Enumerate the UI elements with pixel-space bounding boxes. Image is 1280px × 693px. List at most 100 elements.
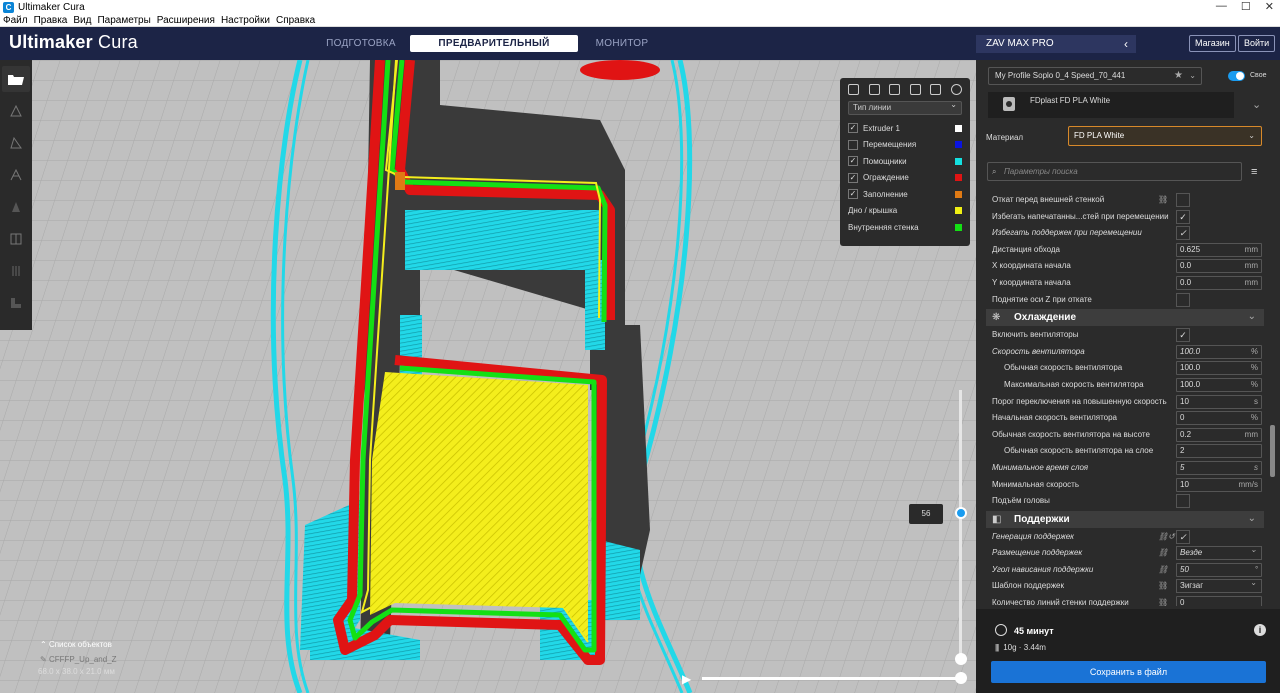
layer-number-input[interactable]: 56 <box>909 504 943 524</box>
menu-item-6[interactable]: Справка <box>276 15 315 26</box>
legend-item[interactable]: Дно / крышка <box>848 203 962 220</box>
setting-checkbox[interactable]: ✓ <box>1176 209 1190 224</box>
maximize-button[interactable]: ☐ <box>1241 0 1251 13</box>
setting-input[interactable]: 10 s <box>1176 394 1262 409</box>
legend-item[interactable]: ✓ Помощники <box>848 153 962 170</box>
legend-checkbox[interactable] <box>848 139 858 150</box>
stage-preview[interactable]: ПРЕДВАРИТЕЛЬНЫЙ ПРОСМОТР <box>410 35 578 66</box>
setting-input[interactable]: 50 ° <box>1176 562 1262 577</box>
path-slider-handle[interactable] <box>955 672 967 684</box>
menu-item-3[interactable]: Параметры <box>97 15 150 26</box>
legend-item[interactable]: ✓ Extruder 1 <box>848 120 962 137</box>
legend-item[interactable]: Внутренняя стенка <box>848 219 962 236</box>
legend-item[interactable]: ✓ Ограждение <box>848 170 962 187</box>
setting-checkbox[interactable]: ✓ <box>1176 226 1190 241</box>
reset-icon[interactable]: ↺ <box>1168 529 1175 546</box>
setting-input[interactable]: 10 mm/s <box>1176 477 1262 492</box>
view-left-icon[interactable] <box>909 84 921 95</box>
setting-input[interactable]: 2 <box>1176 444 1262 459</box>
setting-input[interactable]: 0% <box>1176 411 1262 426</box>
link-icon[interactable]: ⛓ <box>1158 192 1168 209</box>
link-icon[interactable]: ⛓ <box>1158 595 1168 606</box>
setting-input[interactable]: 0 <box>1176 596 1262 606</box>
layer-slider-track[interactable] <box>959 390 962 660</box>
view-3d-icon[interactable] <box>848 84 859 95</box>
view-top-icon[interactable] <box>889 84 901 95</box>
legend-swatch <box>955 157 962 165</box>
line-type-select[interactable]: Тип линии <box>848 99 962 115</box>
print-time: 45 минут <box>1014 626 1054 636</box>
signin-button[interactable]: Войти <box>1238 35 1276 52</box>
close-button[interactable]: ✕ <box>1265 0 1274 13</box>
custom-mode-toggle[interactable] <box>1228 71 1245 81</box>
settings-menu-icon[interactable]: ≡ <box>1251 166 1257 178</box>
legend-item[interactable]: Перемещения <box>848 137 962 154</box>
setting-select[interactable]: Везде <box>1176 544 1262 561</box>
menu-item-0[interactable]: Файл <box>3 15 28 26</box>
extruder-tab-1[interactable]: FDplast FD PLA White <box>988 92 1234 118</box>
play-button[interactable]: ▶ <box>682 672 691 686</box>
per-model-tool[interactable] <box>2 226 30 252</box>
link-icon[interactable]: ⛓ <box>1158 529 1168 546</box>
setting-input[interactable]: 100.0% <box>1176 377 1262 392</box>
rotate-tool[interactable] <box>2 162 30 188</box>
menu-item-4[interactable]: Расширения <box>157 15 215 26</box>
menu-item-1[interactable]: Правка <box>34 15 68 26</box>
move-tool[interactable] <box>2 98 30 124</box>
setting-checkbox[interactable]: ✓ <box>1176 328 1190 343</box>
settings-search-input[interactable]: ⌕ Параметры поиска <box>987 162 1242 181</box>
link-icon[interactable]: ⛓ <box>1158 578 1168 595</box>
settings-category[interactable]: ◧ Поддержки ⌄ <box>986 510 1264 528</box>
category-icon: ❋ <box>992 312 1001 324</box>
layer-slider-upper-handle[interactable] <box>955 507 967 519</box>
setting-input[interactable]: 0.625 mm <box>1176 242 1262 257</box>
star-icon[interactable]: ★ <box>1174 68 1183 84</box>
setting-checkbox[interactable] <box>1176 292 1190 307</box>
settings-category[interactable]: ❋ Охлаждение ⌄ <box>986 309 1264 327</box>
open-file-button[interactable] <box>2 66 30 92</box>
scale-tool[interactable] <box>2 130 30 156</box>
setting-checkbox[interactable] <box>1176 494 1190 509</box>
setting-select[interactable]: Зигзаг <box>1176 577 1262 594</box>
legend-checkbox[interactable]: ✓ <box>848 189 858 200</box>
menu-item-2[interactable]: Вид <box>73 15 91 26</box>
stage-monitor[interactable]: МОНИТОР <box>586 35 658 52</box>
setting-input[interactable]: 0.2 mm <box>1176 427 1262 442</box>
stage-prepare[interactable]: ПОДГОТОВКА <box>320 35 402 52</box>
marketplace-button[interactable]: Магазин <box>1189 35 1236 52</box>
setting-input[interactable]: 0.0 mm <box>1176 275 1262 290</box>
link-icon[interactable]: ⛓ <box>1158 562 1168 579</box>
setting-input[interactable]: 100.0% <box>1176 361 1262 376</box>
minimize-button[interactable]: — <box>1216 0 1227 13</box>
layer-slider-lower-handle[interactable] <box>955 653 967 665</box>
layflat-tool[interactable] <box>2 290 30 316</box>
setting-checkbox[interactable]: ✓ <box>1176 529 1190 544</box>
legend-checkbox[interactable]: ✓ <box>848 123 858 134</box>
view-front-icon[interactable] <box>868 84 880 95</box>
setting-input[interactable]: 5s <box>1176 460 1262 475</box>
profile-selector[interactable]: My Profile Soplo 0_4 Speed_70_441 ★ ⌄ <box>988 67 1202 85</box>
3d-viewport[interactable] <box>0 60 976 693</box>
legend-checkbox[interactable]: ✓ <box>848 172 858 183</box>
legend-item[interactable]: ✓ Заполнение <box>848 186 962 203</box>
save-to-file-button[interactable]: Сохранить в файл <box>991 661 1266 683</box>
legend-list: ✓ Extruder 1 Перемещения ✓ Помощники ✓ Огражде… <box>848 120 962 236</box>
setting-row: Минимальное время слоя 5 s <box>986 460 1264 477</box>
material-select[interactable]: FD PLA White ⌄ <box>1068 126 1262 146</box>
mirror-tool[interactable] <box>2 194 30 220</box>
support-blocker-tool[interactable] <box>2 258 30 284</box>
chevron-down-icon[interactable]: ⌄ <box>1252 98 1261 111</box>
setting-checkbox[interactable] <box>1176 193 1190 207</box>
view-right-icon[interactable] <box>930 84 942 95</box>
path-slider-track[interactable] <box>702 677 962 680</box>
view-type-icon[interactable] <box>950 84 962 95</box>
object-list-toggle[interactable]: ⌃ Список объектов <box>40 640 117 649</box>
settings-scrollbar[interactable] <box>1270 425 1275 477</box>
info-icon[interactable]: i <box>1254 624 1266 636</box>
menu-item-5[interactable]: Настройки <box>221 15 270 26</box>
link-icon[interactable]: ⛓ <box>1158 545 1168 562</box>
printer-selector[interactable]: ZAV MAX PRO ‹ <box>976 35 1136 53</box>
setting-input[interactable]: 100.0% <box>1176 344 1262 359</box>
setting-input[interactable]: 0.0 mm <box>1176 259 1262 274</box>
legend-checkbox[interactable]: ✓ <box>848 156 858 167</box>
